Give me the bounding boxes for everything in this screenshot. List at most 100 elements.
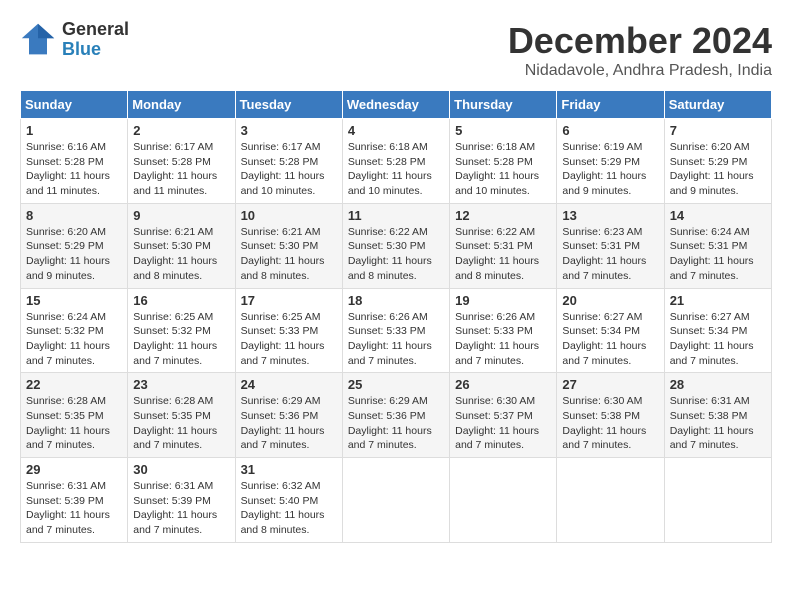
calendar-cell: 25 Sunrise: 6:29 AM Sunset: 5:36 PM Dayl… <box>342 373 449 458</box>
day-number: 1 <box>26 123 122 138</box>
calendar-cell: 9 Sunrise: 6:21 AM Sunset: 5:30 PM Dayli… <box>128 203 235 288</box>
sunrise-label: Sunrise: 6:17 AM <box>241 141 321 153</box>
sunrise-label: Sunrise: 6:16 AM <box>26 141 106 153</box>
header-day-sunday: Sunday <box>21 91 128 119</box>
sunrise-label: Sunrise: 6:21 AM <box>133 226 213 238</box>
day-number: 22 <box>26 377 122 392</box>
cell-content: Sunrise: 6:28 AM Sunset: 5:35 PM Dayligh… <box>26 394 122 453</box>
daylight-label: Daylight: 11 hours and 7 minutes. <box>670 425 754 452</box>
daylight-label: Daylight: 11 hours and 7 minutes. <box>26 340 110 367</box>
calendar-week-3: 15 Sunrise: 6:24 AM Sunset: 5:32 PM Dayl… <box>21 288 772 373</box>
calendar-cell: 28 Sunrise: 6:31 AM Sunset: 5:38 PM Dayl… <box>664 373 771 458</box>
sunset-label: Sunset: 5:38 PM <box>670 410 748 422</box>
day-number: 18 <box>348 293 444 308</box>
day-number: 29 <box>26 462 122 477</box>
daylight-label: Daylight: 11 hours and 7 minutes. <box>670 255 754 282</box>
daylight-label: Daylight: 11 hours and 7 minutes. <box>241 425 325 452</box>
sunset-label: Sunset: 5:28 PM <box>348 156 426 168</box>
title-area: December 2024 Nidadavole, Andhra Pradesh… <box>508 20 772 80</box>
daylight-label: Daylight: 11 hours and 7 minutes. <box>670 340 754 367</box>
month-title: December 2024 <box>508 20 772 62</box>
sunset-label: Sunset: 5:32 PM <box>133 325 211 337</box>
cell-content: Sunrise: 6:26 AM Sunset: 5:33 PM Dayligh… <box>455 310 551 369</box>
calendar-week-1: 1 Sunrise: 6:16 AM Sunset: 5:28 PM Dayli… <box>21 119 772 204</box>
page-header: General Blue December 2024 Nidadavole, A… <box>20 20 772 80</box>
sunset-label: Sunset: 5:34 PM <box>670 325 748 337</box>
day-number: 10 <box>241 208 337 223</box>
day-number: 19 <box>455 293 551 308</box>
day-number: 8 <box>26 208 122 223</box>
sunset-label: Sunset: 5:32 PM <box>26 325 104 337</box>
sunset-label: Sunset: 5:30 PM <box>348 240 426 252</box>
sunrise-label: Sunrise: 6:22 AM <box>348 226 428 238</box>
day-number: 26 <box>455 377 551 392</box>
sunrise-label: Sunrise: 6:27 AM <box>670 311 750 323</box>
calendar-cell: 27 Sunrise: 6:30 AM Sunset: 5:38 PM Dayl… <box>557 373 664 458</box>
sunrise-label: Sunrise: 6:24 AM <box>26 311 106 323</box>
cell-content: Sunrise: 6:20 AM Sunset: 5:29 PM Dayligh… <box>670 140 766 199</box>
sunrise-label: Sunrise: 6:27 AM <box>562 311 642 323</box>
calendar-cell: 20 Sunrise: 6:27 AM Sunset: 5:34 PM Dayl… <box>557 288 664 373</box>
cell-content: Sunrise: 6:25 AM Sunset: 5:33 PM Dayligh… <box>241 310 337 369</box>
cell-content: Sunrise: 6:17 AM Sunset: 5:28 PM Dayligh… <box>241 140 337 199</box>
daylight-label: Daylight: 11 hours and 10 minutes. <box>455 170 539 197</box>
calendar-cell: 17 Sunrise: 6:25 AM Sunset: 5:33 PM Dayl… <box>235 288 342 373</box>
cell-content: Sunrise: 6:26 AM Sunset: 5:33 PM Dayligh… <box>348 310 444 369</box>
day-number: 4 <box>348 123 444 138</box>
day-number: 6 <box>562 123 658 138</box>
sunrise-label: Sunrise: 6:30 AM <box>562 395 642 407</box>
sunrise-label: Sunrise: 6:31 AM <box>670 395 750 407</box>
sunset-label: Sunset: 5:30 PM <box>241 240 319 252</box>
day-number: 24 <box>241 377 337 392</box>
calendar-cell <box>664 458 771 543</box>
daylight-label: Daylight: 11 hours and 11 minutes. <box>26 170 110 197</box>
calendar-cell: 10 Sunrise: 6:21 AM Sunset: 5:30 PM Dayl… <box>235 203 342 288</box>
sunset-label: Sunset: 5:38 PM <box>562 410 640 422</box>
cell-content: Sunrise: 6:18 AM Sunset: 5:28 PM Dayligh… <box>348 140 444 199</box>
day-number: 14 <box>670 208 766 223</box>
sunset-label: Sunset: 5:37 PM <box>455 410 533 422</box>
sunset-label: Sunset: 5:30 PM <box>133 240 211 252</box>
daylight-label: Daylight: 11 hours and 7 minutes. <box>241 340 325 367</box>
sunset-label: Sunset: 5:39 PM <box>26 495 104 507</box>
daylight-label: Daylight: 11 hours and 7 minutes. <box>133 425 217 452</box>
sunset-label: Sunset: 5:35 PM <box>133 410 211 422</box>
day-number: 28 <box>670 377 766 392</box>
cell-content: Sunrise: 6:18 AM Sunset: 5:28 PM Dayligh… <box>455 140 551 199</box>
day-number: 13 <box>562 208 658 223</box>
sunrise-label: Sunrise: 6:28 AM <box>133 395 213 407</box>
logo-general-text: General <box>62 20 129 40</box>
cell-content: Sunrise: 6:17 AM Sunset: 5:28 PM Dayligh… <box>133 140 229 199</box>
sunset-label: Sunset: 5:29 PM <box>26 240 104 252</box>
daylight-label: Daylight: 11 hours and 8 minutes. <box>348 255 432 282</box>
day-number: 17 <box>241 293 337 308</box>
day-number: 2 <box>133 123 229 138</box>
daylight-label: Daylight: 11 hours and 7 minutes. <box>455 425 539 452</box>
header-day-wednesday: Wednesday <box>342 91 449 119</box>
day-number: 5 <box>455 123 551 138</box>
daylight-label: Daylight: 11 hours and 10 minutes. <box>348 170 432 197</box>
sunrise-label: Sunrise: 6:18 AM <box>348 141 428 153</box>
day-number: 3 <box>241 123 337 138</box>
calendar-cell: 2 Sunrise: 6:17 AM Sunset: 5:28 PM Dayli… <box>128 119 235 204</box>
cell-content: Sunrise: 6:22 AM Sunset: 5:31 PM Dayligh… <box>455 225 551 284</box>
day-number: 9 <box>133 208 229 223</box>
sunrise-label: Sunrise: 6:24 AM <box>670 226 750 238</box>
sunrise-label: Sunrise: 6:19 AM <box>562 141 642 153</box>
sunrise-label: Sunrise: 6:20 AM <box>26 226 106 238</box>
header-day-monday: Monday <box>128 91 235 119</box>
sunset-label: Sunset: 5:28 PM <box>26 156 104 168</box>
sunset-label: Sunset: 5:31 PM <box>455 240 533 252</box>
calendar-cell: 22 Sunrise: 6:28 AM Sunset: 5:35 PM Dayl… <box>21 373 128 458</box>
sunrise-label: Sunrise: 6:26 AM <box>348 311 428 323</box>
sunrise-label: Sunrise: 6:26 AM <box>455 311 535 323</box>
logo: General Blue <box>20 20 129 60</box>
cell-content: Sunrise: 6:29 AM Sunset: 5:36 PM Dayligh… <box>241 394 337 453</box>
calendar-cell: 1 Sunrise: 6:16 AM Sunset: 5:28 PM Dayli… <box>21 119 128 204</box>
sunrise-label: Sunrise: 6:17 AM <box>133 141 213 153</box>
daylight-label: Daylight: 11 hours and 8 minutes. <box>241 509 325 536</box>
daylight-label: Daylight: 11 hours and 7 minutes. <box>562 255 646 282</box>
cell-content: Sunrise: 6:22 AM Sunset: 5:30 PM Dayligh… <box>348 225 444 284</box>
sunset-label: Sunset: 5:31 PM <box>562 240 640 252</box>
day-number: 12 <box>455 208 551 223</box>
